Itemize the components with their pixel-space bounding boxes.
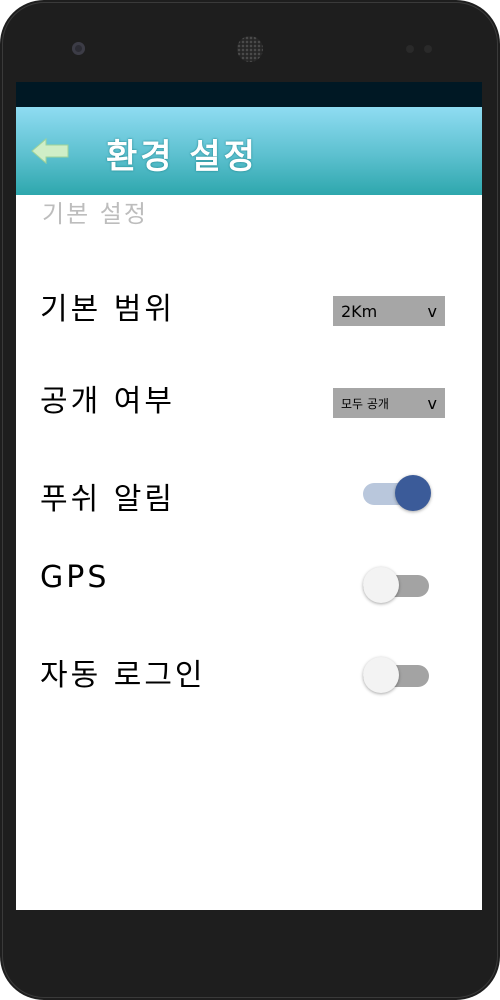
toggle-thumb (363, 657, 399, 693)
range-dropdown-value: 2Km (341, 301, 378, 321)
gps-label: GPS (40, 560, 110, 595)
sensor-dot (424, 45, 432, 53)
app-bar: 환경 설정 (16, 107, 482, 195)
status-bar (16, 82, 482, 107)
autologin-label: 자동 로그인 (40, 658, 206, 693)
range-label: 기본 범위 (40, 292, 175, 327)
phone-frame: 환경 설정 기본 설정 기본 범위 2Km v 공개 여부 모두 공개 v 푸쉬… (0, 0, 500, 1000)
visibility-dropdown-value: 모두 공개 (341, 396, 389, 411)
page-title: 환경 설정 (106, 137, 258, 177)
push-toggle[interactable] (363, 472, 431, 512)
camera-icon (72, 42, 85, 55)
visibility-dropdown[interactable]: 모두 공개 v (333, 388, 445, 418)
visibility-label: 공개 여부 (40, 384, 175, 419)
sensor-dot (406, 45, 414, 53)
back-arrow-icon[interactable] (30, 137, 70, 165)
autologin-toggle[interactable] (363, 654, 431, 694)
screen: 환경 설정 기본 설정 기본 범위 2Km v 공개 여부 모두 공개 v 푸쉬… (16, 82, 482, 910)
chevron-down-icon: v (427, 393, 437, 413)
section-title: 기본 설정 (42, 200, 148, 228)
chevron-down-icon: v (427, 301, 437, 321)
range-dropdown[interactable]: 2Km v (333, 296, 445, 326)
toggle-thumb (395, 475, 431, 511)
speaker-grille (237, 36, 263, 62)
gps-toggle[interactable] (363, 564, 431, 604)
push-label: 푸쉬 알림 (40, 482, 175, 517)
toggle-thumb (363, 567, 399, 603)
